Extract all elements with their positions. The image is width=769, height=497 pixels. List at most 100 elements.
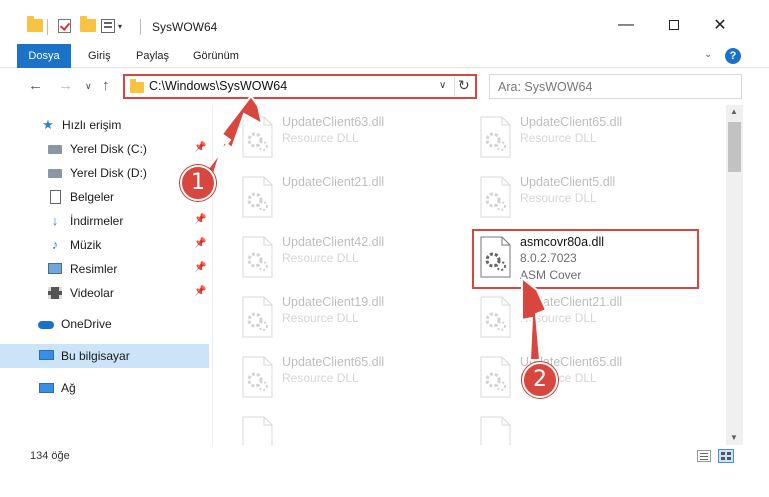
status-bar: 134 öğe [0,445,769,467]
file-tile[interactable]: UpdateClient19.dll Resource DLL [234,293,464,347]
expand-ribbon-chevron-icon[interactable]: ⌄ [704,49,712,60]
music-icon: ♪ [51,237,59,252]
search-input[interactable]: Ara: SysWOW64 [489,74,742,99]
dll-file-icon [242,116,273,158]
close-icon: ✕ [713,17,727,34]
download-icon: ↓ [51,213,59,228]
address-path[interactable]: C:\Windows\SysWOW64 [149,79,287,93]
dll-file-icon [480,176,511,218]
file-tile[interactable]: UpdateClient63.dll Resource DLL [234,113,464,167]
dll-file-icon [480,416,511,445]
sidebar-item-label: OneDrive [61,317,112,331]
properties-icon[interactable] [101,19,115,33]
file-name: UpdateClient65.dll [520,115,623,129]
up-arrow-icon[interactable]: ↑ [102,77,110,94]
folder-icon [27,16,43,32]
pin-icon[interactable]: 📌 [194,142,206,153]
pin-icon[interactable]: 📌 [194,286,206,297]
properties-check-icon[interactable] [58,19,71,33]
sidebar-item-local-disk-d[interactable]: Yerel Disk (D:) [0,161,209,185]
file-name: UpdateClient21.dll [520,295,623,309]
file-description: Resource DLL [520,311,597,325]
tab-view[interactable]: Görünüm [193,44,239,68]
file-tile[interactable]: UpdateClient21.dll Resource DLL [472,293,702,347]
file-description: Resource DLL [282,311,359,325]
sidebar-item-label: Belgeler [70,190,115,204]
divider [47,19,48,35]
pin-icon[interactable]: 📌 [194,214,206,225]
file-tile[interactable] [234,413,464,445]
picture-icon [47,261,63,277]
sidebar-item-quick-access[interactable]: ★ Hızlı erişim [0,113,209,137]
tab-share[interactable]: Paylaş [136,44,169,68]
file-description: Resource DLL [282,131,359,145]
file-tile[interactable]: UpdateClient65.dll Resource DLL [472,113,702,167]
tab-home[interactable]: Giriş [88,44,111,68]
document-icon [47,189,63,205]
sidebar-item-onedrive[interactable]: OneDrive [0,312,209,336]
dll-file-icon [242,236,273,278]
drive-icon [47,165,63,181]
dll-file-icon [242,176,273,218]
forward-arrow-icon[interactable]: → [58,77,73,94]
file-tile[interactable]: UpdateClient21.dll [234,173,464,227]
tab-file[interactable]: Dosya [17,44,71,68]
dll-file-icon [242,356,273,398]
file-description: Resource DLL [520,191,597,205]
sidebar-item-documents[interactable]: Belgeler [0,185,209,209]
sidebar-item-label: Ağ [61,381,76,395]
scroll-up-arrow-icon[interactable]: ▲ [730,107,738,116]
file-tile[interactable] [472,413,702,445]
network-icon [38,380,54,396]
file-tile[interactable]: UpdateClient65.dll Resource DLL [234,353,464,407]
sidebar-item-this-pc[interactable]: Bu bilgisayar [0,344,209,368]
details-view-icon[interactable] [697,450,711,462]
address-bar[interactable]: C:\Windows\SysWOW64 ∨ ↻ [123,74,477,99]
dll-file-icon [480,356,511,398]
back-arrow-icon[interactable]: ← [28,77,43,94]
customize-toolbar-arrow-icon[interactable]: ▾ [118,22,122,31]
ribbon: Dosya Giriş Paylaş Görünüm ⌄ ? [0,44,769,68]
sidebar-item-network[interactable]: Ağ [0,376,209,400]
scrollbar-thumb[interactable] [728,122,741,172]
item-count: 134 öğe [30,450,70,462]
navigation-bar: ← → ∨ ↑ C:\Windows\SysWOW64 ∨ ↻ Ara: Sys… [0,68,769,105]
sidebar-item-videos[interactable]: Videolar 📌 [0,281,209,305]
file-tile[interactable]: UpdateClient65.dll Resource DLL [472,353,702,407]
file-tile[interactable]: UpdateClient42.dll Resource DLL [234,233,464,287]
sidebar-item-music[interactable]: ♪ Müzik 📌 [0,233,209,257]
file-name: UpdateClient63.dll [282,115,385,129]
file-description: Resource DLL [520,131,597,145]
sidebar-item-pictures[interactable]: Resimler 📌 [0,257,209,281]
tiles-view-icon[interactable] [718,449,734,463]
maximize-button[interactable] [659,14,689,36]
minimize-button[interactable]: — [611,14,641,36]
vertical-scrollbar[interactable]: ▲ ▼ [726,105,743,445]
file-tile[interactable]: UpdateClient5.dll Resource DLL [472,173,702,227]
sidebar-item-label: Müzik [70,238,102,252]
refresh-icon[interactable]: ↻ [458,77,470,94]
close-button[interactable]: ✕ [705,14,735,36]
file-description: Resource DLL [282,371,359,385]
star-icon: ★ [42,117,54,132]
pin-icon[interactable]: 📌 [194,238,206,249]
divider [454,77,455,96]
sidebar-item-label: Hızlı erişim [62,118,122,132]
address-dropdown-chevron-icon[interactable]: ∨ [439,80,446,91]
highlight-box [472,229,699,289]
dll-file-icon [480,296,511,338]
folder-icon [130,79,144,93]
sidebar-item-local-disk-c[interactable]: Yerel Disk (C:) 📌 [0,137,209,161]
new-folder-icon[interactable] [80,16,96,32]
window-title: SysWOW64 [152,20,218,34]
sidebar-item-downloads[interactable]: ↓ İndirmeler 📌 [0,209,209,233]
pin-icon[interactable]: 📌 [194,262,206,273]
dll-file-icon [480,116,511,158]
help-icon[interactable]: ? [725,48,741,64]
recent-locations-chevron-icon[interactable]: ∨ [85,81,92,92]
divider [140,19,141,35]
dll-file-icon [242,296,273,338]
step-2-badge: 2 [522,362,558,398]
sidebar-item-label: Yerel Disk (D:) [70,166,147,180]
scroll-down-arrow-icon[interactable]: ▼ [730,433,738,442]
